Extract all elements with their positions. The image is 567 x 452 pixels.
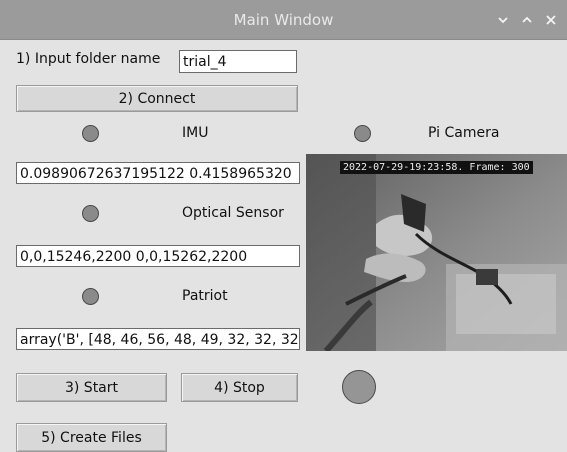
window-controls: [495, 0, 559, 40]
recording-status-indicator: [342, 370, 376, 404]
patriot-label: Patriot: [182, 288, 228, 304]
window-title: Main Window: [233, 10, 334, 29]
camera-timestamp-overlay: 2022-07-29-19:23:58. Frame: 300: [340, 161, 533, 174]
create-files-button[interactable]: 5) Create Files: [16, 423, 167, 452]
patriot-value-field[interactable]: array('B', [48, 46, 56, 48, 49, 32, 32, …: [16, 328, 300, 350]
patriot-status-indicator: [82, 288, 99, 305]
close-icon[interactable]: [543, 12, 559, 28]
imu-status-indicator: [82, 125, 99, 142]
pi-camera-label: Pi Camera: [428, 125, 500, 141]
maximize-icon[interactable]: [519, 12, 535, 28]
optical-sensor-status-indicator: [82, 205, 99, 222]
connect-button[interactable]: 2) Connect: [16, 85, 298, 112]
stop-button[interactable]: 4) Stop: [181, 373, 298, 402]
imu-label: IMU: [182, 125, 209, 141]
title-bar[interactable]: Main Window: [0, 0, 567, 40]
minimize-icon[interactable]: [495, 12, 511, 28]
pi-camera-status-indicator: [354, 125, 371, 142]
optical-sensor-label: Optical Sensor: [182, 205, 284, 221]
folder-name-input[interactable]: trial_4: [179, 50, 297, 73]
imu-value-field[interactable]: 0.09890672637195122 0.4158965320: [16, 162, 300, 184]
camera-preview: 2022-07-29-19:23:58. Frame: 300: [306, 154, 567, 351]
start-button[interactable]: 3) Start: [16, 373, 167, 402]
camera-frame-image: [306, 154, 567, 351]
optical-sensor-value-field[interactable]: 0,0,15246,2200 0,0,15262,2200: [16, 245, 300, 267]
folder-name-label: 1) Input folder name: [16, 51, 161, 67]
